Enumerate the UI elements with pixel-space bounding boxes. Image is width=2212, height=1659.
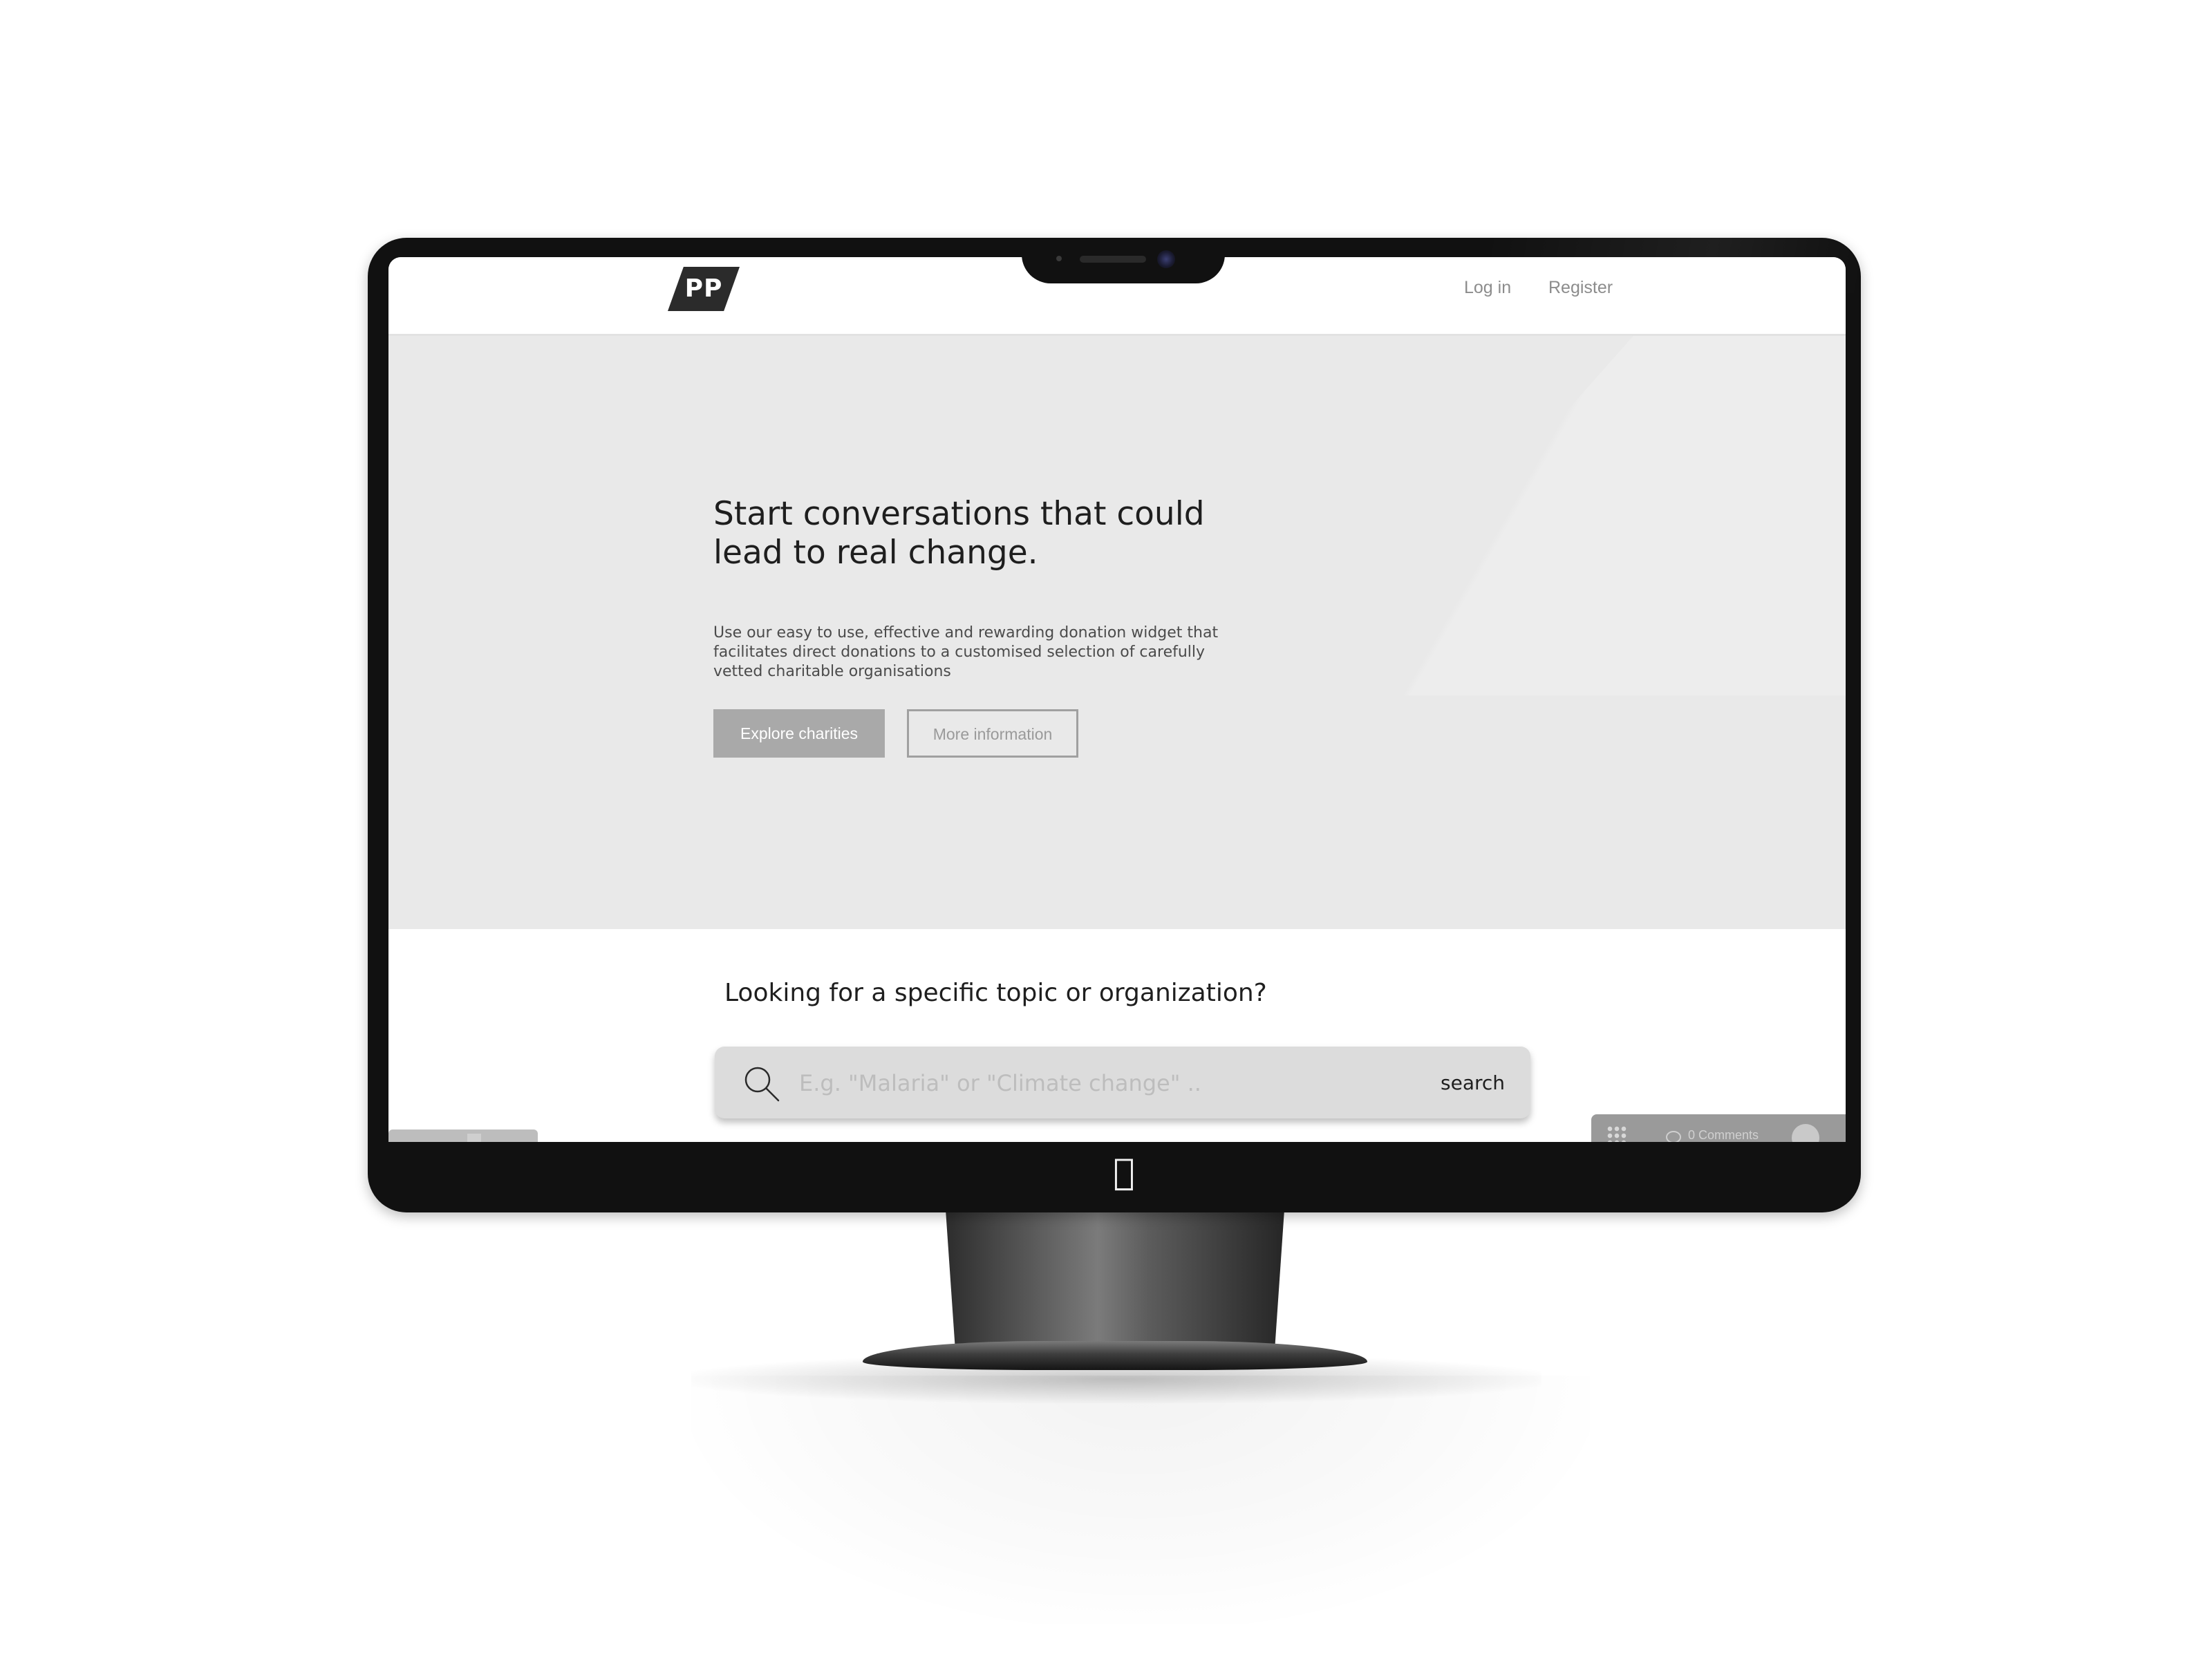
sensor-dot	[1056, 256, 1062, 261]
hero-decoration	[1315, 336, 1846, 695]
register-link[interactable]: Register	[1548, 278, 1613, 298]
grid-icon[interactable]	[1606, 1125, 1627, 1142]
explore-charities-button[interactable]: Explore charities	[713, 709, 885, 758]
monitor-reflection	[691, 1376, 1590, 1624]
monitor-stand-base	[863, 1341, 1367, 1370]
hero-title: Start conversations that could lead to r…	[713, 495, 1205, 572]
hero-description: Use our easy to use, effective and rewar…	[713, 624, 1219, 680]
apple-logo-icon: 	[1103, 1152, 1145, 1193]
login-link[interactable]: Log in	[1464, 278, 1511, 298]
comments-count[interactable]: 0 Comments	[1688, 1128, 1759, 1142]
toolbar-tab-icon	[467, 1134, 481, 1142]
avatar[interactable]	[1792, 1124, 1819, 1142]
search-input[interactable]	[798, 1062, 1367, 1105]
comments-bar[interactable]: 0 Comments	[1591, 1114, 1846, 1142]
speaker-grille	[1080, 256, 1146, 263]
search-icon[interactable]	[742, 1065, 781, 1103]
monitor-screen: PP Log in Register Start conversations t…	[388, 257, 1846, 1142]
search-button[interactable]: search	[1441, 1066, 1505, 1099]
hero-section: Start conversations that could lead to r…	[388, 336, 1846, 929]
more-information-button[interactable]: More information	[907, 709, 1078, 758]
camera-icon	[1157, 250, 1175, 268]
search-heading: Looking for a specific topic or organiza…	[724, 979, 1267, 1007]
monitor-stand-neck	[946, 1210, 1284, 1358]
comment-icon	[1666, 1131, 1681, 1142]
left-toolbar-tab[interactable]	[388, 1130, 538, 1142]
site-logo[interactable]: PP	[668, 267, 740, 311]
search-bar: search	[715, 1047, 1530, 1118]
